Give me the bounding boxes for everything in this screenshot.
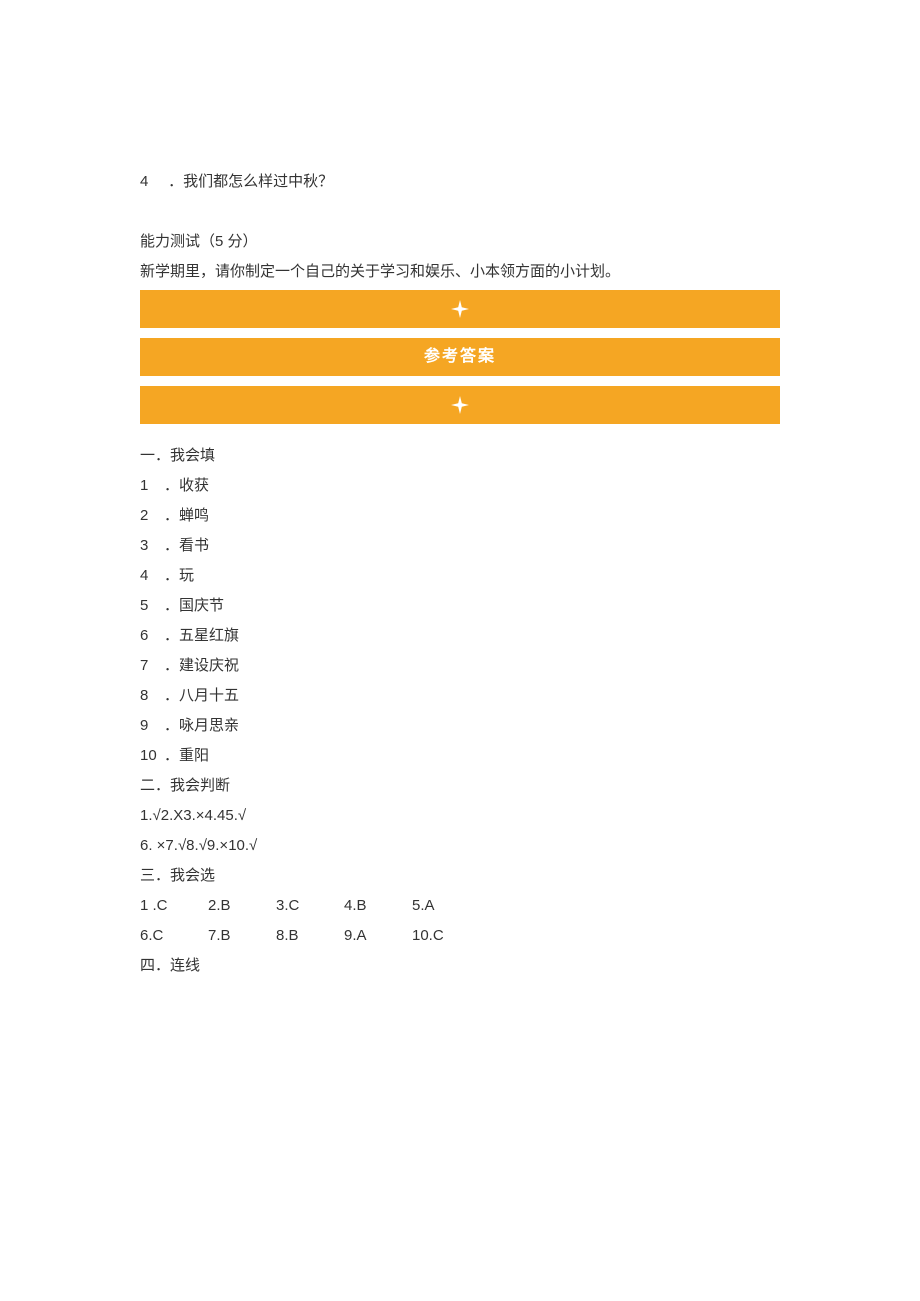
star-icon	[451, 396, 469, 414]
fill-list: 1．收获2．蝉鸣3．看书4．玩5．国庆节6．五星红旗7．建设庆祝8．八月十五9．…	[140, 474, 780, 768]
fill-item-text: ．看书	[164, 537, 209, 554]
star-icon	[451, 300, 469, 318]
judge-heading: 二．我会判断	[140, 774, 780, 798]
fill-item-num: 10	[140, 744, 164, 768]
select-heading: 三．我会选	[140, 864, 780, 888]
select-cell: 3.C	[276, 894, 316, 918]
fill-item-num: 9	[140, 714, 164, 738]
fill-item-text: ．重阳	[164, 747, 209, 764]
fill-item-text: ．八月十五	[164, 687, 239, 704]
select-cell: 2.B	[208, 894, 248, 918]
fill-item: 6．五星红旗	[140, 624, 780, 648]
fill-item-text: ．国庆节	[164, 597, 224, 614]
fill-item-text: ．收获	[164, 477, 209, 494]
select-cell: 10.C	[412, 924, 452, 948]
select-cell: 8.B	[276, 924, 316, 948]
q4-text: ．我们都怎么样过中秋？	[168, 173, 333, 190]
fill-item-num: 7	[140, 654, 164, 678]
fill-item-num: 3	[140, 534, 164, 558]
judge-line2: 6. ×7.√8.√9.×10.√	[140, 834, 780, 858]
fill-item: 3．看书	[140, 534, 780, 558]
fill-item-num: 4	[140, 564, 164, 588]
select-row-2: 6.C 7.B 8.B 9.A 10.C	[140, 924, 780, 948]
spacer	[140, 200, 780, 230]
q4-num: 4	[140, 170, 164, 194]
match-heading: 四．连线	[140, 954, 780, 978]
fill-item-text: ．咏月思亲	[164, 717, 239, 734]
fill-item: 10．重阳	[140, 744, 780, 768]
select-cell: 9.A	[344, 924, 384, 948]
select-cell: 1 .C	[140, 894, 180, 918]
select-row-1: 1 .C 2.B 3.C 4.B 5.A	[140, 894, 780, 918]
fill-item-text: ．玩	[164, 567, 194, 584]
ability-title: 能力测试（5 分）	[140, 230, 780, 254]
question-4: 4 ．我们都怎么样过中秋？	[140, 170, 780, 194]
fill-item: 1．收获	[140, 474, 780, 498]
fill-item: 7．建设庆祝	[140, 654, 780, 678]
fill-item-text: ．五星红旗	[164, 627, 239, 644]
select-cell: 6.C	[140, 924, 180, 948]
fill-item: 4．玩	[140, 564, 780, 588]
fill-item-text: ．建设庆祝	[164, 657, 239, 674]
fill-item: 5．国庆节	[140, 594, 780, 618]
fill-heading: 一．我会填	[140, 444, 780, 468]
answers: 一．我会填 1．收获2．蝉鸣3．看书4．玩5．国庆节6．五星红旗7．建设庆祝8．…	[140, 444, 780, 978]
select-cell: 7.B	[208, 924, 248, 948]
select-cell: 4.B	[344, 894, 384, 918]
fill-item: 8．八月十五	[140, 684, 780, 708]
banner-bottom-star	[140, 386, 780, 424]
fill-item-num: 6	[140, 624, 164, 648]
banner-top-star	[140, 290, 780, 328]
fill-item-num: 2	[140, 504, 164, 528]
judge-line1: 1.√2.X3.×4.45.√	[140, 804, 780, 828]
banner-answer-label: 参考答案	[140, 338, 780, 376]
select-cell: 5.A	[412, 894, 452, 918]
banner-text: 参考答案	[424, 344, 496, 370]
page: 4 ．我们都怎么样过中秋？ 能力测试（5 分） 新学期里，请你制定一个自己的关于…	[0, 0, 920, 978]
ability-prompt: 新学期里，请你制定一个自己的关于学习和娱乐、小本领方面的小计划。	[140, 260, 780, 284]
fill-item-num: 1	[140, 474, 164, 498]
fill-item: 2．蝉鸣	[140, 504, 780, 528]
fill-item-text: ．蝉鸣	[164, 507, 209, 524]
fill-item: 9．咏月思亲	[140, 714, 780, 738]
fill-item-num: 5	[140, 594, 164, 618]
fill-item-num: 8	[140, 684, 164, 708]
